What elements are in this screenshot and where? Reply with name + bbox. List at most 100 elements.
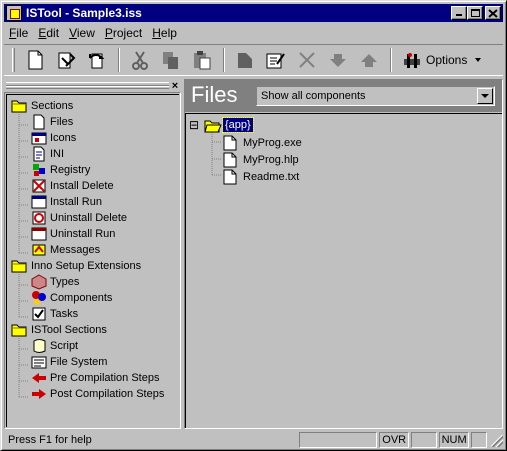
files-tree[interactable]: ⊟ {app} MyProg.exe MyProg.hlp Readme.txt [185,113,502,428]
file-node[interactable]: MyProg.exe [223,134,302,151]
menu-help[interactable]: Help [147,26,182,40]
open-folder-icon [204,120,222,133]
tree-item-components[interactable]: Components [31,290,112,306]
tree-item-icons[interactable]: Icons [31,130,76,146]
types-icon [31,274,47,290]
move-down-button[interactable] [324,47,352,73]
tasks-icon [32,307,46,321]
toolbar: Options [4,44,503,76]
options-button[interactable]: Options [398,47,485,73]
collapse-toggle[interactable]: ⊟ [189,119,199,131]
cut-icon [132,51,148,70]
size-grip[interactable] [489,433,503,447]
close-panel-icon[interactable]: × [169,80,181,92]
file-node[interactable]: Readme.txt [223,168,299,185]
tree-item-label: Uninstall Delete [50,212,128,224]
maximize-button[interactable] [467,6,483,20]
panel-grip [6,82,169,89]
tree-group-sections[interactable]: Sections [11,98,73,114]
menu-edit[interactable]: Edit [33,26,64,40]
cut-button[interactable] [126,47,154,73]
tree-item-pre-compilation-steps[interactable]: Pre Compilation Steps [31,370,159,386]
tree-item-install-delete[interactable]: Install Delete [31,178,114,194]
folder-icon [11,260,27,273]
component-filter-select[interactable]: Show all components [256,86,495,106]
move-up-button[interactable] [355,47,383,73]
messages-icon [32,244,46,256]
tree-group-inno-setup-extensions[interactable]: Inno Setup Extensions [11,258,141,274]
pre-compilation-steps-icon [32,373,46,383]
revert-icon [89,53,105,69]
panel-header[interactable]: × [4,79,181,92]
toolbar-separator [390,48,392,72]
edit-item-icon [266,53,285,69]
toolbar-grip[interactable] [12,48,15,72]
title-bar[interactable]: ISTool - Sample3.iss [4,4,503,22]
chevron-down-icon [481,94,489,98]
tree-item-label: Messages [50,244,101,256]
files-icon [33,114,45,130]
new-item-button[interactable] [231,47,259,73]
tree-item-label: Script [50,340,79,352]
tree-item-tasks[interactable]: Tasks [31,306,78,322]
move-up-icon [361,54,377,67]
file-node[interactable]: MyProg.hlp [223,151,299,168]
menu-project[interactable]: Project [100,26,147,40]
copy-button[interactable] [157,47,185,73]
tree-item-label: Install Delete [50,180,114,192]
tree-item-ini[interactable]: INI [31,146,64,162]
uninstall-run-icon [31,227,47,241]
menu-label: iew [76,25,95,40]
tree-item-uninstall-delete[interactable]: Uninstall Delete [31,210,127,226]
install-run-icon [31,195,47,209]
tree-item-label: Uninstall Run [50,228,116,240]
tree-item-script[interactable]: Script [31,338,78,354]
app-folder-node[interactable]: {app} [222,117,254,133]
tree-group-label: ISTool Sections [31,324,107,336]
folder-icon [11,324,27,337]
new-button[interactable] [21,47,49,73]
files-panel: Files Show all components ⊟ {app} MyProg… [184,79,503,429]
save-button[interactable] [52,47,80,73]
tree-item-uninstall-run[interactable]: Uninstall Run [31,226,115,242]
revert-button[interactable] [83,47,111,73]
paste-button[interactable] [188,47,216,73]
dropdown-button[interactable] [477,88,493,104]
menu-view[interactable]: View [64,26,100,40]
delete-button[interactable] [293,47,321,73]
tree-item-files[interactable]: Files [31,114,73,130]
tree-group-istool-sections[interactable]: ISTool Sections [11,322,107,338]
status-panel [411,432,438,448]
menu-file[interactable]: File [4,26,33,40]
menu-accel: H [152,25,161,40]
tree-item-file-system[interactable]: File System [31,354,107,370]
uninstall-delete-icon [32,211,46,225]
page-title: Files [191,82,238,107]
registry-icon [33,164,45,176]
menu-accel: V [69,25,77,40]
menu-label: elp [160,25,177,40]
status-ovr: OVR [379,432,410,448]
application-window: ISTool - Sample3.iss File Edit View Proj… [0,0,507,451]
tree-item-label: Components [50,292,113,304]
tree-item-label: Types [50,276,80,288]
close-button[interactable] [485,6,501,20]
tree-item-label: Registry [50,164,91,176]
tree-item-messages[interactable]: Messages [31,242,100,258]
tree-item-post-compilation-steps[interactable]: Post Compilation Steps [31,386,164,402]
new-file-icon [28,50,43,70]
menu-bar: File Edit View Project Help [4,23,182,42]
edit-item-button[interactable] [262,47,290,73]
move-down-icon [330,54,346,67]
menu-accel: P [104,25,113,40]
tree-item-registry[interactable]: Registry [31,162,90,178]
copy-icon [163,52,178,69]
tree-item-install-run[interactable]: Install Run [31,194,102,210]
minimize-button[interactable] [451,6,467,20]
tree-item-types[interactable]: Types [31,274,79,290]
app-icon[interactable] [6,5,22,21]
file-name: MyProg.hlp [243,153,299,166]
tree-item-label: Tasks [50,308,79,320]
sections-tree[interactable]: Sections Files Icons INI Registry Install Del… [4,92,181,429]
minimize-icon [456,14,462,16]
